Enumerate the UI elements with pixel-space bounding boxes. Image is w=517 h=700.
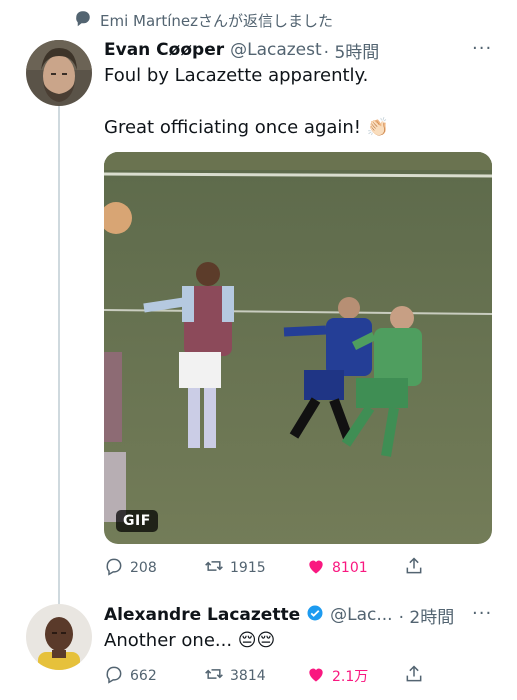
share-icon xyxy=(404,556,424,580)
like-count: 8101 xyxy=(332,560,368,576)
author-name[interactable]: Alexandre Lacazette xyxy=(104,605,300,625)
speech-bubble-icon xyxy=(74,9,92,31)
share-button[interactable] xyxy=(404,556,424,580)
tweet-actions: 208 1915 8101 xyxy=(104,556,494,580)
like-button[interactable]: 2.1万 xyxy=(306,664,368,688)
retweet-button[interactable]: 3814 xyxy=(204,664,266,688)
reply-icon xyxy=(104,664,124,688)
like-button[interactable]: 8101 xyxy=(306,556,368,580)
tweet-media-gif[interactable]: GIF xyxy=(104,152,492,544)
author-handle[interactable]: @Lacazest xyxy=(230,40,322,60)
reply-icon xyxy=(104,556,124,580)
like-count: 2.1万 xyxy=(332,669,369,685)
retweet-button[interactable]: 1915 xyxy=(204,556,266,580)
reply-context-text: Emi Martínezさんが返信しました xyxy=(100,11,333,30)
avatar[interactable] xyxy=(26,604,92,670)
reply-count: 662 xyxy=(130,668,157,684)
retweet-count: 3814 xyxy=(230,668,266,684)
tweet-text: Another one... 😔😔 xyxy=(104,630,276,651)
gif-badge: GIF xyxy=(116,510,158,532)
timestamp[interactable]: · 5時間 xyxy=(324,38,380,63)
retweet-icon xyxy=(204,556,224,580)
share-button[interactable] xyxy=(404,664,424,688)
tweet-text-line1: Foul by Lacazette apparently. xyxy=(104,65,369,86)
thread-connector-line xyxy=(58,104,60,604)
author-name[interactable]: Evan Cøøper xyxy=(104,40,224,60)
more-options-icon[interactable]: ··· xyxy=(472,603,492,624)
heart-icon xyxy=(306,664,326,688)
tweet-actions: 662 3814 2.1万 xyxy=(104,664,494,688)
tweet-text-line2: Great officiating once again! 👏🏻 xyxy=(104,117,390,138)
reply-button[interactable]: 208 xyxy=(104,556,157,580)
retweet-icon xyxy=(204,664,224,688)
author-handle[interactable]: @Lac... xyxy=(330,605,392,625)
heart-icon xyxy=(306,556,326,580)
more-options-icon[interactable]: ··· xyxy=(472,38,492,59)
reply-context-header[interactable]: Emi Martínezさんが返信しました xyxy=(74,8,333,32)
football-match-image xyxy=(104,152,492,544)
avatar[interactable] xyxy=(26,40,92,106)
verified-badge-icon xyxy=(306,604,324,626)
retweet-count: 1915 xyxy=(230,560,266,576)
reply-count: 208 xyxy=(130,560,157,576)
timestamp[interactable]: · 2時間 xyxy=(399,603,455,628)
reply-button[interactable]: 662 xyxy=(104,664,157,688)
tweet-header: Evan Cøøper @Lacazest · 5時間 xyxy=(104,38,380,63)
tweet-header: Alexandre Lacazette @Lac... · 2時間 xyxy=(104,603,455,628)
share-icon xyxy=(404,664,424,688)
